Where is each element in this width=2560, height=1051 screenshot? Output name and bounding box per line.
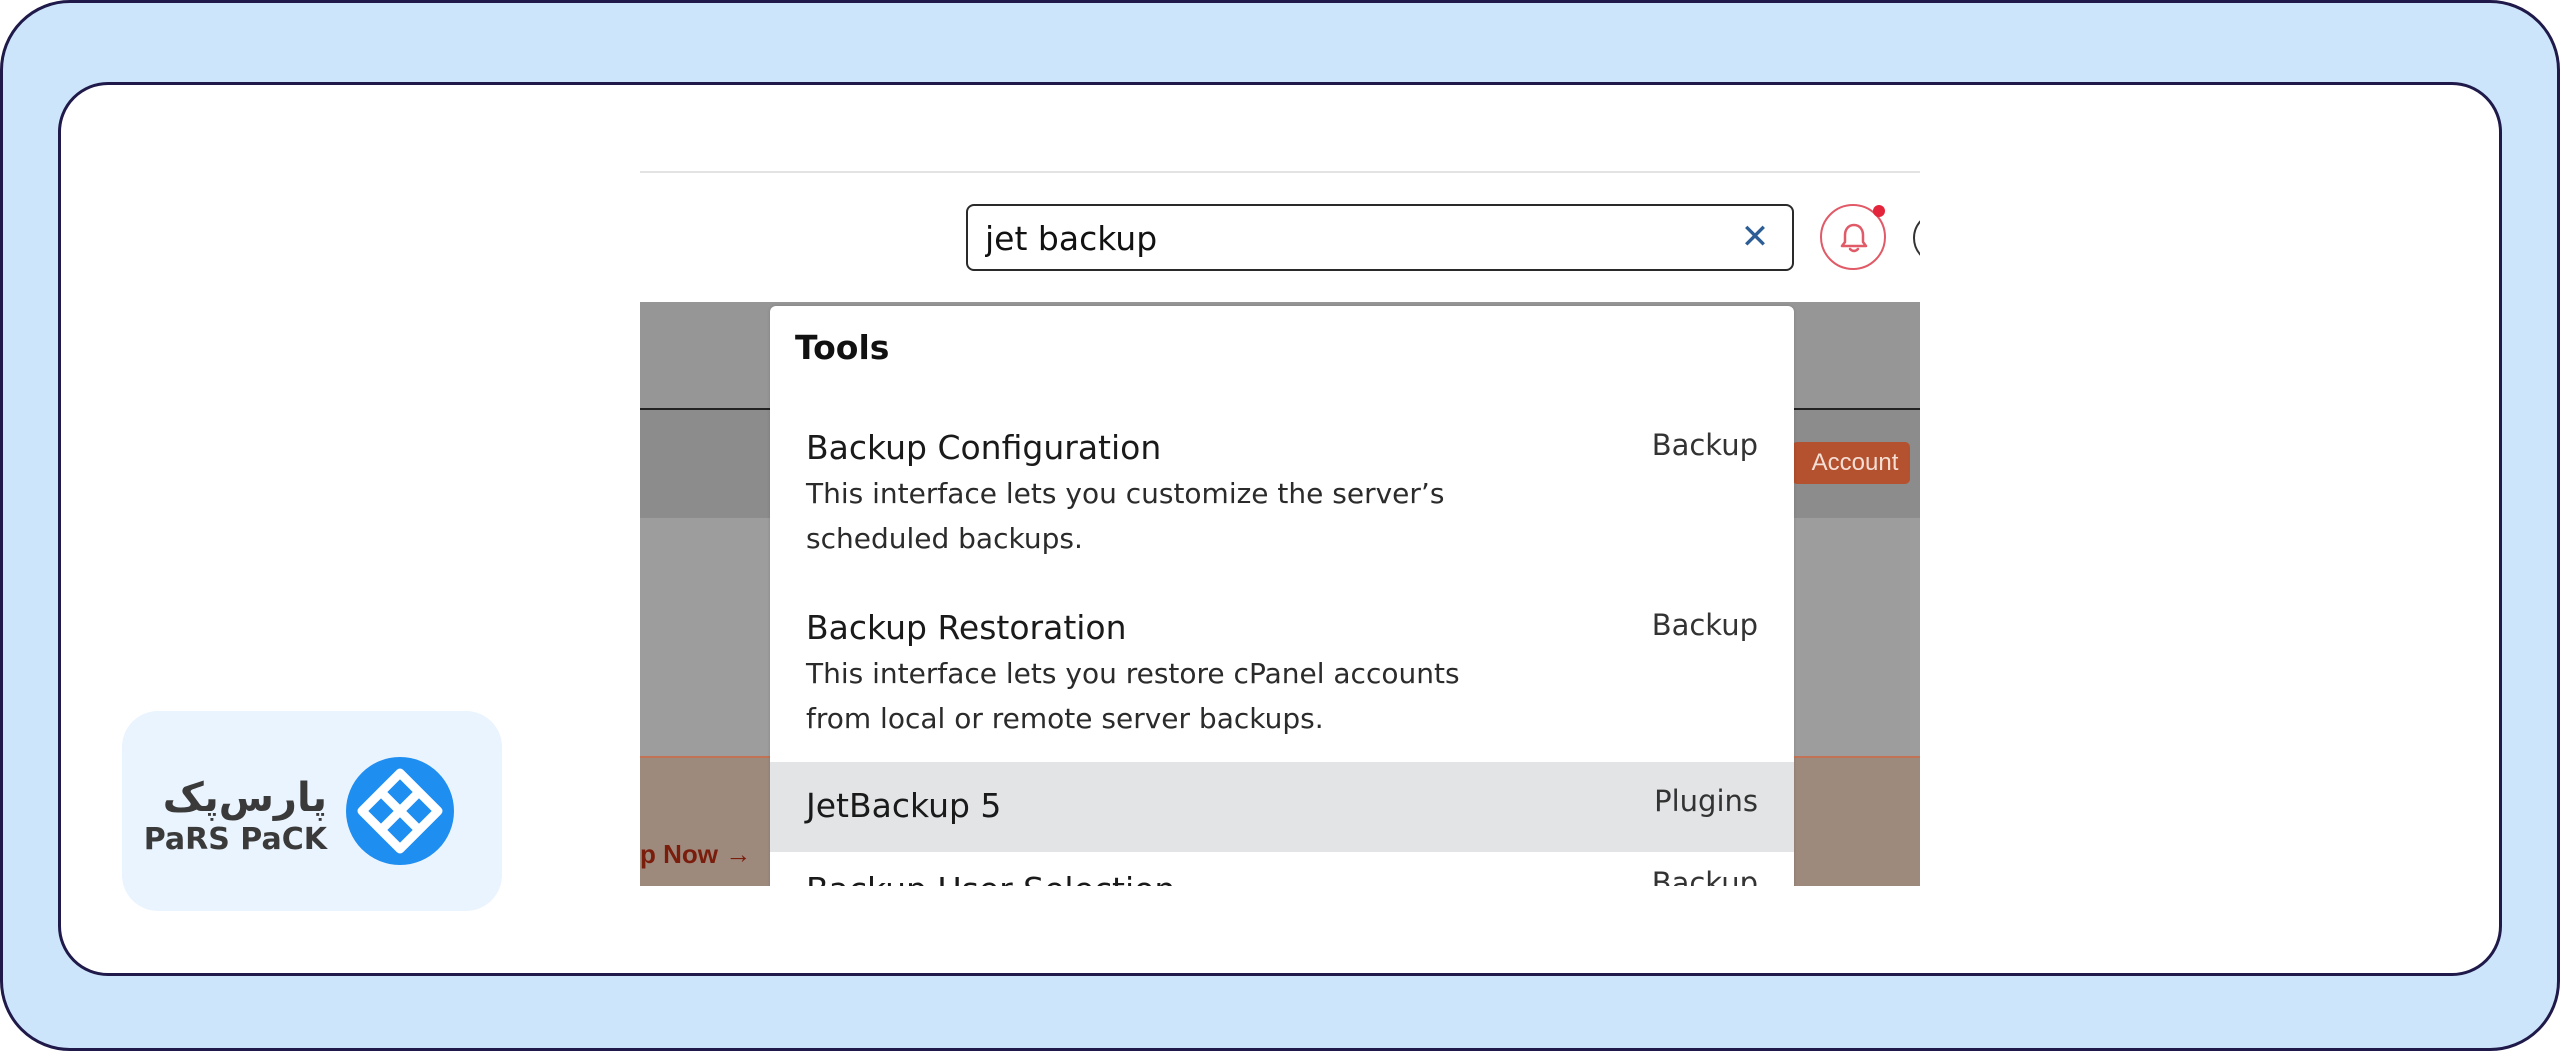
- notification-badge: [1873, 205, 1885, 217]
- result-item[interactable]: Backup Configuration Backup This interfa…: [770, 412, 1794, 590]
- result-title: Backup User Selection: [806, 870, 1175, 886]
- result-category: Backup: [1651, 428, 1758, 462]
- search-box[interactable]: ✕: [966, 204, 1794, 271]
- result-title: Backup Restoration: [806, 608, 1127, 647]
- result-description: This interface lets you restore cPanel a…: [806, 651, 1506, 741]
- logo-text-fa: پارس‌پک: [163, 775, 327, 821]
- result-description-line: This interface lets you customize the se…: [806, 477, 1445, 510]
- upgrade-link[interactable]: p Now →: [640, 836, 751, 872]
- result-title: JetBackup 5: [806, 786, 1002, 825]
- logo-card: پارس‌پک PaRS PaCK: [122, 711, 502, 911]
- result-item-highlighted[interactable]: JetBackup 5 Plugins: [770, 762, 1794, 852]
- logo-text-en: PaRS PaCK: [144, 822, 329, 857]
- parspack-logo: پارس‌پک PaRS PaCK: [144, 757, 454, 865]
- result-title: Backup Configuration: [806, 428, 1162, 467]
- search-results-dropdown: Tools Backup Configuration Backup This i…: [770, 306, 1794, 886]
- account-button[interactable]: Account: [1792, 442, 1910, 484]
- search-input[interactable]: [985, 215, 1715, 261]
- result-description: This interface lets you customize the se…: [806, 471, 1506, 561]
- result-category: Plugins: [1654, 784, 1758, 818]
- result-description-line: This interface lets you restore cPanel a…: [806, 657, 1460, 690]
- screenshot-area: Account p Now → ✕ Tools Backup Configura…: [640, 168, 1920, 886]
- result-category: Backup: [1651, 866, 1758, 886]
- bell-icon: [1840, 223, 1868, 253]
- header-divider: [640, 171, 1920, 173]
- result-description-line: from local or remote server backups.: [806, 702, 1324, 735]
- result-category: Backup: [1651, 608, 1758, 642]
- clear-icon[interactable]: ✕: [1738, 220, 1772, 254]
- user-avatar[interactable]: [1913, 212, 1920, 264]
- result-item[interactable]: Backup User Selection Backup: [770, 852, 1794, 886]
- results-heading: Tools: [795, 328, 890, 367]
- result-description-line: scheduled backups.: [806, 522, 1083, 555]
- result-item[interactable]: Backup Restoration Backup This interface…: [770, 592, 1794, 768]
